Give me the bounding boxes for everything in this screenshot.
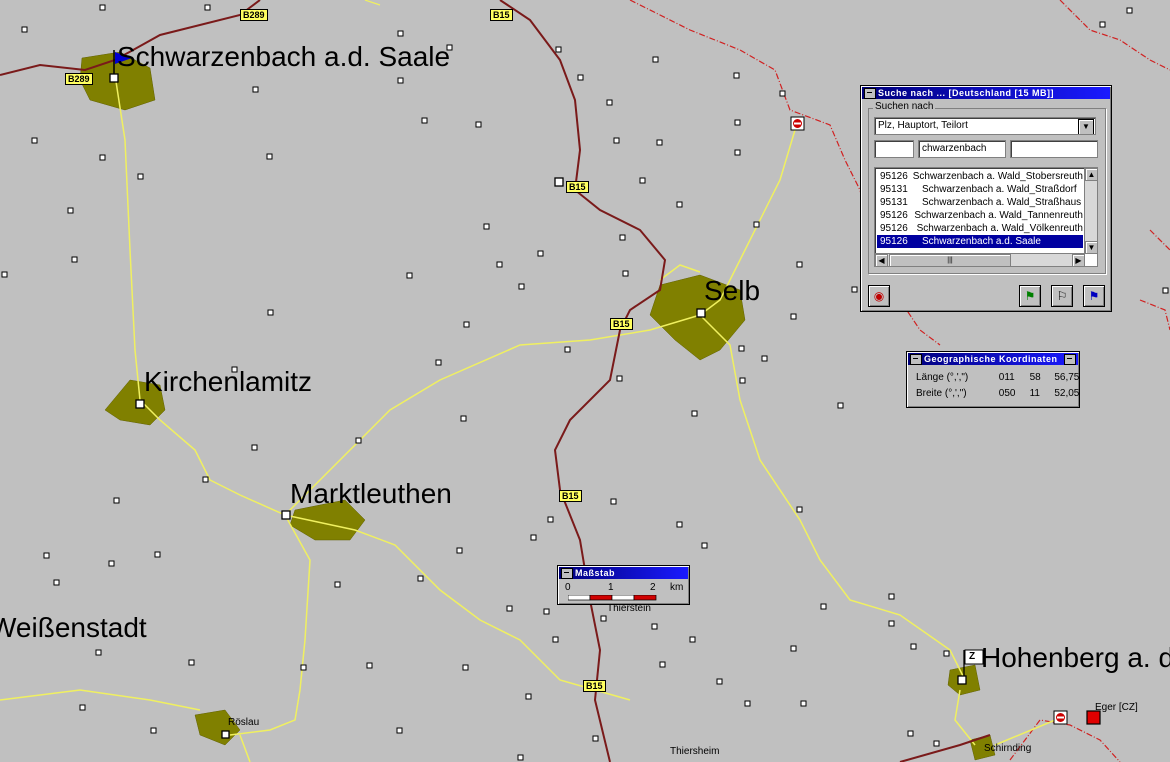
longitude-row: Länge (°,',") 011 58 56,75 xyxy=(916,372,1079,383)
flag-icon: ⚐ xyxy=(1056,289,1068,303)
road-badge: B15 xyxy=(490,9,513,21)
result-name: Schwarzenbach a. Wald_Straßhaus xyxy=(922,197,1082,208)
search-group-label: Suchen nach xyxy=(873,101,936,112)
city-label-selb: Selb xyxy=(704,275,761,306)
result-plz: 95126 xyxy=(880,236,908,247)
results-list[interactable]: 95126 Schwarzenbach a. Wald_Stobersreuth 9… xyxy=(874,167,1098,267)
result-row[interactable]: 95131 Schwarzenbach a. Wald_Straßdorf xyxy=(877,183,1083,196)
scale-window-title: Maßstab xyxy=(575,568,616,578)
scale-tick-1: 1 xyxy=(608,582,614,593)
result-row[interactable]: 95126 Schwarzenbach a.d. Saale xyxy=(877,235,1083,248)
place-label-schirnding: Schirnding xyxy=(984,743,1032,754)
scale-unit: km xyxy=(670,582,684,593)
magnifier-icon: ◉ xyxy=(873,289,885,303)
road-badge: B15 xyxy=(559,490,582,502)
city-label-schwarzenbach: Schwarzenbach a.d. Saale xyxy=(117,41,451,72)
scroll-left-icon[interactable]: ◀ xyxy=(875,254,888,266)
search-type-value: Plz, Hauptort, Teilort xyxy=(878,120,968,131)
set-start-flag-button[interactable]: ⚑ xyxy=(1019,285,1041,307)
scale-tick-2: 2 xyxy=(650,582,656,593)
search-field-2[interactable]: chwarzenbach xyxy=(918,140,1006,158)
result-plz: 95126 xyxy=(880,223,908,234)
road-badge: B15 xyxy=(566,181,589,193)
city-label-weissenstadt: Weißenstadt xyxy=(0,612,147,643)
search-window-titlebar[interactable]: Suche nach ... [Deutschland [15 MB]] xyxy=(862,87,1110,99)
green-flag-icon: ⚑ xyxy=(1024,289,1036,303)
scroll-down-icon[interactable]: ▼ xyxy=(1085,241,1097,254)
city-label-marktleuthen: Marktleuthen xyxy=(290,478,452,509)
scale-window-titlebar[interactable]: Maßstab xyxy=(559,567,688,579)
longitude-minutes: 58 xyxy=(1029,372,1041,383)
latitude-row: Breite (°,',") 050 11 52,05 xyxy=(916,388,1079,399)
zoom-search-button[interactable]: ◉ xyxy=(868,285,890,307)
results-vscrollbar[interactable]: ▲ ▼ xyxy=(1084,168,1097,254)
longitude-label: Länge (°,',") xyxy=(916,372,969,383)
result-plz: 95131 xyxy=(880,197,908,208)
coordinates-window-titlebar[interactable]: Geographische Koordinaten xyxy=(908,353,1078,365)
result-name: Schwarzenbach a. Wald_Straßdorf xyxy=(922,184,1077,195)
latitude-label: Breite (°,',") xyxy=(916,388,967,399)
scale-tick-0: 0 xyxy=(565,582,571,593)
dropdown-arrow-icon[interactable]: ▼ xyxy=(1078,119,1094,134)
longitude-degrees: 011 xyxy=(998,372,1015,383)
scroll-thumb[interactable]: ||| xyxy=(889,254,1011,266)
scroll-right-icon[interactable]: ▶ xyxy=(1072,254,1085,266)
set-via-flag-button[interactable]: ⚐ xyxy=(1051,285,1073,307)
road-badge: B289 xyxy=(65,73,93,85)
coordinates-window-title: Geographische Koordinaten xyxy=(924,354,1058,364)
longitude-seconds: 56,75 xyxy=(1054,372,1080,383)
blue-flag-icon: ⚑ xyxy=(1088,289,1100,303)
search-field-3[interactable] xyxy=(1010,140,1098,158)
search-window: Suche nach ... [Deutschland [15 MB]] Suc… xyxy=(860,85,1112,312)
minimize-button[interactable] xyxy=(1064,353,1076,365)
search-field-1[interactable] xyxy=(874,140,914,158)
result-name: Schwarzenbach a. Wald_Tannenreuth xyxy=(914,210,1083,221)
system-menu-button[interactable] xyxy=(864,87,876,99)
result-row[interactable]: 95126 Schwarzenbach a. Wald_Stobersreuth xyxy=(877,170,1083,183)
place-label-thierstein: Thierstein xyxy=(607,603,651,614)
system-menu-button[interactable] xyxy=(561,567,573,579)
scale-window: Maßstab 0 1 2 km xyxy=(557,565,690,605)
road-accent xyxy=(364,0,381,6)
latitude-minutes: 11 xyxy=(1029,388,1040,399)
latitude-seconds: 52,05 xyxy=(1054,388,1080,399)
road-badge: B15 xyxy=(610,318,633,330)
result-name: Schwarzenbach a.d. Saale xyxy=(922,236,1041,247)
coordinates-window: Geographische Koordinaten Länge (°,',") … xyxy=(906,351,1080,408)
result-row[interactable]: 95131 Schwarzenbach a. Wald_Straßhaus xyxy=(877,196,1083,209)
place-label-eger: Eger [CZ] xyxy=(1095,702,1138,713)
latitude-degrees: 050 xyxy=(998,388,1016,399)
result-plz: 95126 xyxy=(880,171,908,182)
place-label-roeslau: Röslau xyxy=(228,717,260,728)
scroll-up-icon[interactable]: ▲ xyxy=(1085,168,1097,181)
results-hscrollbar[interactable]: ◀ ||| ▶ xyxy=(875,253,1085,266)
scale-bar xyxy=(568,595,657,601)
set-destination-flag-button[interactable]: ⚑ xyxy=(1083,285,1105,307)
place-label-thiersheim: Thiersheim xyxy=(670,746,720,757)
search-window-title: Suche nach ... [Deutschland [15 MB]] xyxy=(878,88,1055,98)
road-badge: B15 xyxy=(583,680,606,692)
system-menu-button[interactable] xyxy=(910,353,922,365)
town-areas xyxy=(79,51,996,761)
city-label-kirchenlamitz: Kirchenlamitz xyxy=(144,366,313,397)
result-plz: 95131 xyxy=(880,184,908,195)
result-name: Schwarzenbach a. Wald_Stobersreuth xyxy=(912,171,1083,182)
city-label-hohenberg: Hohenberg a. d xyxy=(981,642,1170,673)
search-type-select[interactable]: Plz, Hauptort, Teilort ▼ xyxy=(874,117,1096,135)
destination-flag-letter: Z xyxy=(969,651,976,662)
result-name: Schwarzenbach a. Wald_Völkenreuth xyxy=(916,223,1083,234)
result-plz: 95126 xyxy=(880,210,908,221)
result-row[interactable]: 95126 Schwarzenbach a. Wald_Tannenreuth xyxy=(877,209,1083,222)
road-badge: B289 xyxy=(240,9,268,21)
result-row[interactable]: 95126 Schwarzenbach a. Wald_Völkenreuth xyxy=(877,222,1083,235)
